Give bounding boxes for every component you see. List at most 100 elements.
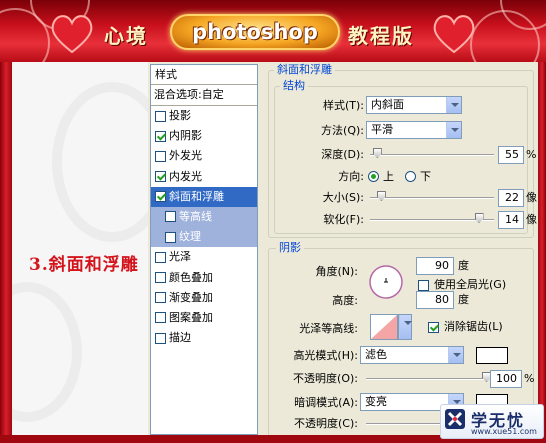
direction-up-label: 上: [383, 170, 394, 183]
angle-dial[interactable]: [368, 264, 404, 300]
color-overlay-checkbox[interactable]: [155, 272, 166, 283]
style-item-label: 内发光: [169, 169, 202, 183]
direction-down-radio[interactable]: [405, 171, 416, 182]
decorative-banner: 心境 photoshop 教程版: [0, 0, 546, 62]
style-label: 样式(T):: [322, 99, 364, 112]
frame-left-border: [0, 62, 12, 443]
style-item-inner-shadow[interactable]: 内阴影: [151, 126, 257, 146]
highlight-color-swatch[interactable]: [476, 347, 508, 364]
bevel-emboss-panel: 斜面和浮雕 结构 样式(T): 内斜面 方法(Q): 平滑 深度(D): 55 …: [262, 62, 538, 435]
highlight-mode-select[interactable]: 滤色: [360, 346, 464, 364]
heart-icon: [433, 15, 475, 54]
style-item-label: 等高线: [179, 209, 212, 223]
contour-checkbox[interactable]: [165, 211, 176, 223]
stroke-checkbox[interactable]: [155, 332, 166, 344]
style-item-label: 斜面和浮雕: [169, 189, 224, 203]
highlight-mode-value: 滤色: [365, 348, 387, 361]
style-item-label: 纹理: [179, 230, 201, 244]
gloss-contour-label: 光泽等高线:: [299, 322, 358, 335]
styles-header[interactable]: 样式: [151, 65, 257, 85]
soften-label: 软化(F):: [323, 213, 364, 226]
style-item-gradient-overlay[interactable]: 渐变叠加: [151, 288, 257, 308]
style-item-inner-glow[interactable]: 内发光: [151, 167, 257, 187]
chevron-down-icon: [446, 122, 461, 138]
style-item-outer-glow[interactable]: 外发光: [151, 146, 257, 166]
watermark-url: www.xue51.com: [471, 427, 537, 436]
site-logo-icon: [445, 409, 465, 429]
highlight-opacity-unit: %: [524, 372, 535, 385]
gloss-contour-swatch[interactable]: [370, 314, 398, 340]
altitude-label: 高度:: [332, 294, 358, 307]
altitude-unit: 度: [458, 293, 469, 306]
style-item-texture[interactable]: 纹理: [151, 227, 257, 248]
shadow-mode-label: 暗调模式(A):: [294, 396, 358, 409]
altitude-input[interactable]: 80: [416, 291, 454, 309]
drop-shadow-checkbox[interactable]: [155, 110, 166, 122]
heart-icon: [51, 15, 93, 54]
anti-alias-checkbox[interactable]: [428, 322, 439, 333]
step-caption: 3.斜面和浮雕: [29, 255, 139, 275]
direction-up-radio[interactable]: [368, 171, 379, 182]
layer-style-dialog: 样式 混合选项:自定 投影 内阴影 外发光 内发光 斜面和浮雕 等高线 纹理 光…: [148, 62, 538, 435]
highlight-mode-label: 高光模式(H):: [293, 349, 358, 362]
depth-input[interactable]: 55: [498, 146, 524, 164]
style-item-satin[interactable]: 光泽: [151, 247, 257, 267]
technique-value: 平滑: [371, 123, 393, 136]
inner-shadow-checkbox[interactable]: [155, 130, 166, 142]
blending-options-item[interactable]: 混合选项:自定: [151, 85, 257, 106]
style-item-bevel-emboss[interactable]: 斜面和浮雕: [151, 186, 257, 207]
style-item-label: 光泽: [169, 250, 191, 264]
technique-select[interactable]: 平滑: [366, 121, 462, 139]
soften-input[interactable]: 14: [498, 211, 524, 229]
photoshop-logo: photoshop: [170, 14, 340, 50]
angle-label: 角度(N):: [315, 265, 358, 278]
soften-unit: 像: [526, 213, 537, 226]
style-item-stroke[interactable]: 描边: [151, 328, 257, 348]
style-item-label: 外发光: [169, 149, 202, 163]
direction-label: 方向:: [338, 170, 364, 183]
style-item-label: 内阴影: [169, 129, 202, 143]
bevel-style-select[interactable]: 内斜面: [366, 96, 462, 114]
style-item-label: 颜色叠加: [169, 270, 213, 284]
global-light-checkbox[interactable]: [418, 280, 429, 291]
gradient-overlay-checkbox[interactable]: [155, 292, 166, 304]
style-item-label: 描边: [169, 331, 191, 345]
gloss-contour-dropdown[interactable]: [398, 314, 412, 340]
style-item-label: 图案叠加: [169, 310, 213, 324]
highlight-opacity-track[interactable]: [366, 378, 486, 380]
site-watermark: 学无忧 www.xue51.com: [440, 404, 544, 439]
angle-unit: 度: [458, 259, 469, 272]
shadow-mode-value: 变亮: [365, 395, 387, 408]
depth-slider-track[interactable]: [370, 154, 494, 156]
global-light-label: 使用全局光(G): [434, 278, 507, 291]
pattern-overlay-checkbox[interactable]: [155, 312, 166, 324]
angle-input[interactable]: 90: [416, 257, 454, 275]
frame-right-border: [538, 62, 546, 443]
anti-alias-label: 消除锯齿(L): [444, 320, 503, 333]
style-item-pattern-overlay[interactable]: 图案叠加: [151, 308, 257, 328]
highlight-opacity-input[interactable]: 100: [490, 370, 522, 388]
style-item-color-overlay[interactable]: 颜色叠加: [151, 268, 257, 288]
size-unit: 像: [526, 191, 537, 204]
style-item-contour[interactable]: 等高线: [151, 206, 257, 228]
shadow-opacity-label: 不透明度(C):: [294, 417, 358, 430]
style-item-label: 投影: [169, 109, 191, 122]
inner-glow-checkbox[interactable]: [155, 171, 166, 183]
satin-checkbox[interactable]: [155, 251, 166, 263]
bevel-emboss-checkbox[interactable]: [155, 191, 166, 203]
background-swirl: [12, 282, 82, 422]
structure-title: 结构: [280, 80, 308, 92]
style-item-label: 渐变叠加: [169, 290, 213, 304]
size-input[interactable]: 22: [498, 189, 524, 207]
technique-label: 方法(Q):: [321, 124, 364, 137]
bevel-style-value: 内斜面: [371, 98, 404, 111]
texture-checkbox[interactable]: [165, 231, 176, 243]
illustration-area: 3.斜面和浮雕: [12, 62, 150, 435]
logo-text: photoshop: [192, 20, 318, 44]
bevel-emboss-title: 斜面和浮雕: [274, 64, 335, 76]
banner-left-text: 心境: [104, 24, 148, 48]
size-slider-track[interactable]: [370, 197, 494, 199]
style-item-drop-shadow[interactable]: 投影: [151, 106, 257, 126]
outer-glow-checkbox[interactable]: [155, 150, 166, 162]
highlight-opacity-label: 不透明度(O):: [293, 372, 358, 385]
